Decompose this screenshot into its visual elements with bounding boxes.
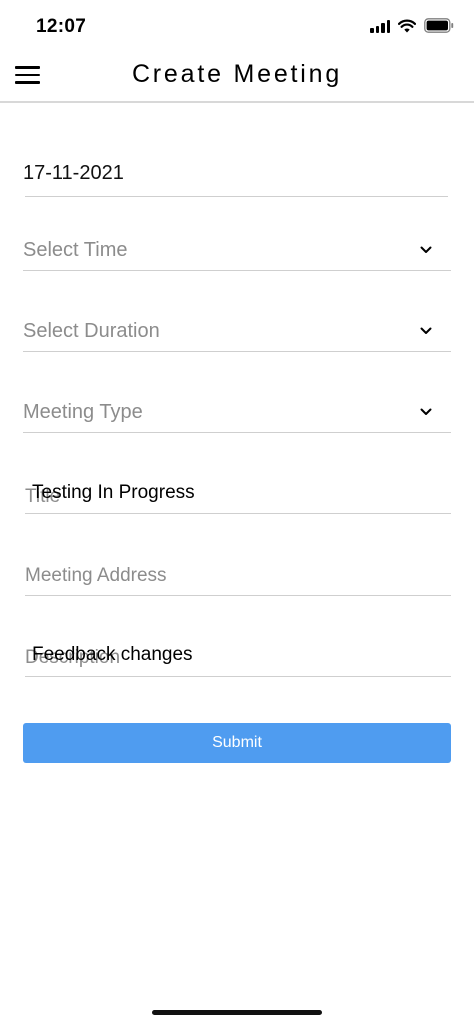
title-field[interactable]: Title Testing In Progress	[25, 475, 451, 513]
signal-icon	[370, 19, 390, 33]
address-placeholder: Meeting Address	[25, 565, 167, 586]
chevron-down-icon	[420, 327, 432, 334]
time-underline	[23, 270, 451, 271]
title-underline	[25, 513, 451, 514]
description-field[interactable]: Description Feedback changes	[25, 638, 451, 676]
status-icons	[370, 18, 454, 33]
chevron-down-icon	[420, 408, 432, 415]
title-value: Testing In Progress	[32, 482, 195, 503]
time-select[interactable]: Select Time	[23, 232, 451, 270]
home-indicator	[152, 1010, 322, 1015]
address-field[interactable]: Meeting Address	[25, 557, 451, 595]
wifi-icon	[398, 19, 416, 32]
description-value: Feedback changes	[32, 644, 193, 665]
header-divider	[0, 101, 474, 103]
description-underline	[25, 676, 451, 677]
date-value: 17-11-2021	[23, 162, 124, 184]
page-title: Create Meeting	[131, 60, 343, 88]
duration-underline	[23, 351, 451, 352]
meeting-type-underline	[23, 432, 451, 433]
address-underline	[25, 595, 451, 596]
date-underline	[25, 196, 448, 197]
chevron-down-icon	[420, 246, 432, 253]
duration-select[interactable]: Select Duration	[23, 313, 451, 351]
battery-icon	[424, 18, 454, 33]
duration-placeholder: Select Duration	[23, 320, 160, 342]
meeting-type-select[interactable]: Meeting Type	[23, 394, 451, 432]
submit-button[interactable]: Submit	[23, 723, 451, 763]
time-placeholder: Select Time	[23, 239, 128, 261]
date-field[interactable]: 17-11-2021	[23, 155, 448, 197]
meeting-type-placeholder: Meeting Type	[23, 401, 143, 423]
status-time: 12:07	[36, 16, 87, 37]
